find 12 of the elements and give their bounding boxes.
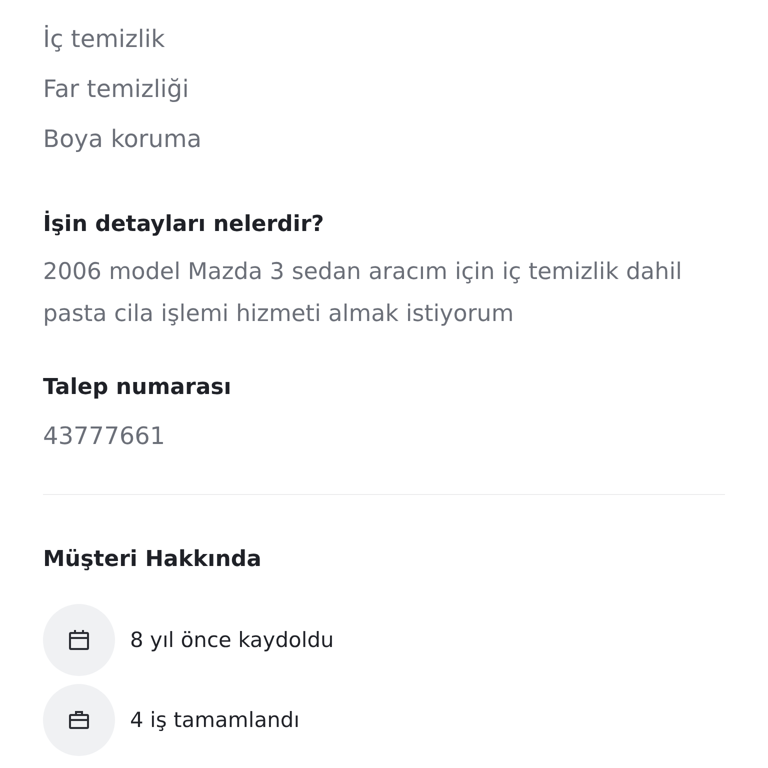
request-number: 43777661 bbox=[43, 422, 166, 450]
customer-fact: 8 yıl önce kaydoldu bbox=[130, 628, 334, 652]
calendar-icon bbox=[67, 628, 91, 652]
customer-fact: 4 iş tamamlandı bbox=[130, 708, 300, 732]
section-heading: İşin detayları nelerdir? bbox=[43, 212, 326, 237]
service-item: Far temizliği bbox=[43, 74, 190, 105]
section-heading: Talep numarası bbox=[43, 375, 232, 400]
service-item: İç temizlik bbox=[43, 24, 166, 55]
section-heading: Müşteri Hakkında bbox=[43, 547, 262, 572]
details-text: 2006 model Mazda 3 sedan aracım için iç temizlik dahil pasta cila işlemi hizmeti almak istiyorum bbox=[43, 258, 684, 329]
briefcase-icon bbox=[67, 708, 91, 732]
service-item: Boya koruma bbox=[43, 124, 203, 155]
